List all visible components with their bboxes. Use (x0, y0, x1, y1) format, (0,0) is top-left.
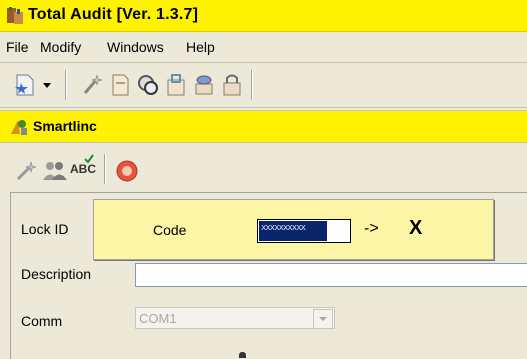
main-toolbar (0, 63, 527, 108)
child-window-title: Smartlinc (33, 118, 97, 134)
menu-modify[interactable]: Modify (40, 39, 81, 55)
menu-windows[interactable]: Windows (107, 39, 164, 55)
code-masked-value: xxxxxxxxxx (261, 223, 306, 233)
toolbar-separator (65, 70, 67, 100)
chevron-down-icon[interactable] (313, 309, 333, 329)
submit-arrow[interactable]: -> (364, 220, 379, 238)
window-title: Total Audit [Ver. 1.3.7] (28, 6, 199, 23)
menu-help[interactable]: Help (186, 39, 215, 55)
code-label: Code (153, 222, 187, 238)
child-window-title-bar: Smartlinc (0, 110, 527, 143)
document-icon[interactable] (107, 72, 133, 98)
users-icon[interactable] (42, 159, 68, 183)
child-toolbar: ABC (0, 146, 527, 192)
total-audit-app-icon (7, 7, 23, 24)
stack-icon[interactable] (191, 72, 217, 98)
toolbar-separator (104, 154, 106, 184)
close-popup-button[interactable]: X (409, 217, 422, 240)
wand-icon[interactable] (14, 159, 40, 183)
toolbar-separator (251, 70, 253, 100)
comm-label: Comm (21, 313, 63, 329)
code-selection: xxxxxxxxxx (259, 221, 327, 241)
menu-file[interactable]: File (6, 39, 29, 55)
code-input[interactable]: xxxxxxxxxx (257, 219, 351, 243)
menu-bar: File Modify Windows Help (0, 32, 527, 63)
comm-select-value: COM1 (139, 311, 177, 326)
partial-icon (239, 352, 246, 358)
comm-select[interactable]: COM1 (135, 307, 335, 329)
padlock-icon[interactable] (219, 72, 245, 98)
app-title-bar: Total Audit [Ver. 1.3.7] (0, 0, 527, 32)
alert-icon[interactable] (114, 159, 140, 183)
check-mark-icon (84, 154, 94, 164)
lock-id-label: Lock ID (21, 221, 69, 237)
smartlinc-icon (11, 120, 27, 135)
spellcheck-icon[interactable]: ABC (70, 154, 96, 176)
magnifier-lock-icon[interactable] (135, 72, 161, 98)
dropdown-arrow-icon[interactable] (40, 72, 54, 98)
new-audit-icon[interactable] (12, 72, 38, 98)
wand-icon[interactable] (79, 72, 105, 98)
description-label: Description (21, 266, 92, 282)
code-popup: Code xxxxxxxxxx -> X (93, 199, 494, 260)
description-field[interactable] (135, 263, 527, 287)
lock-doc-icon[interactable] (163, 72, 189, 98)
spellcheck-label: ABC (70, 162, 96, 176)
